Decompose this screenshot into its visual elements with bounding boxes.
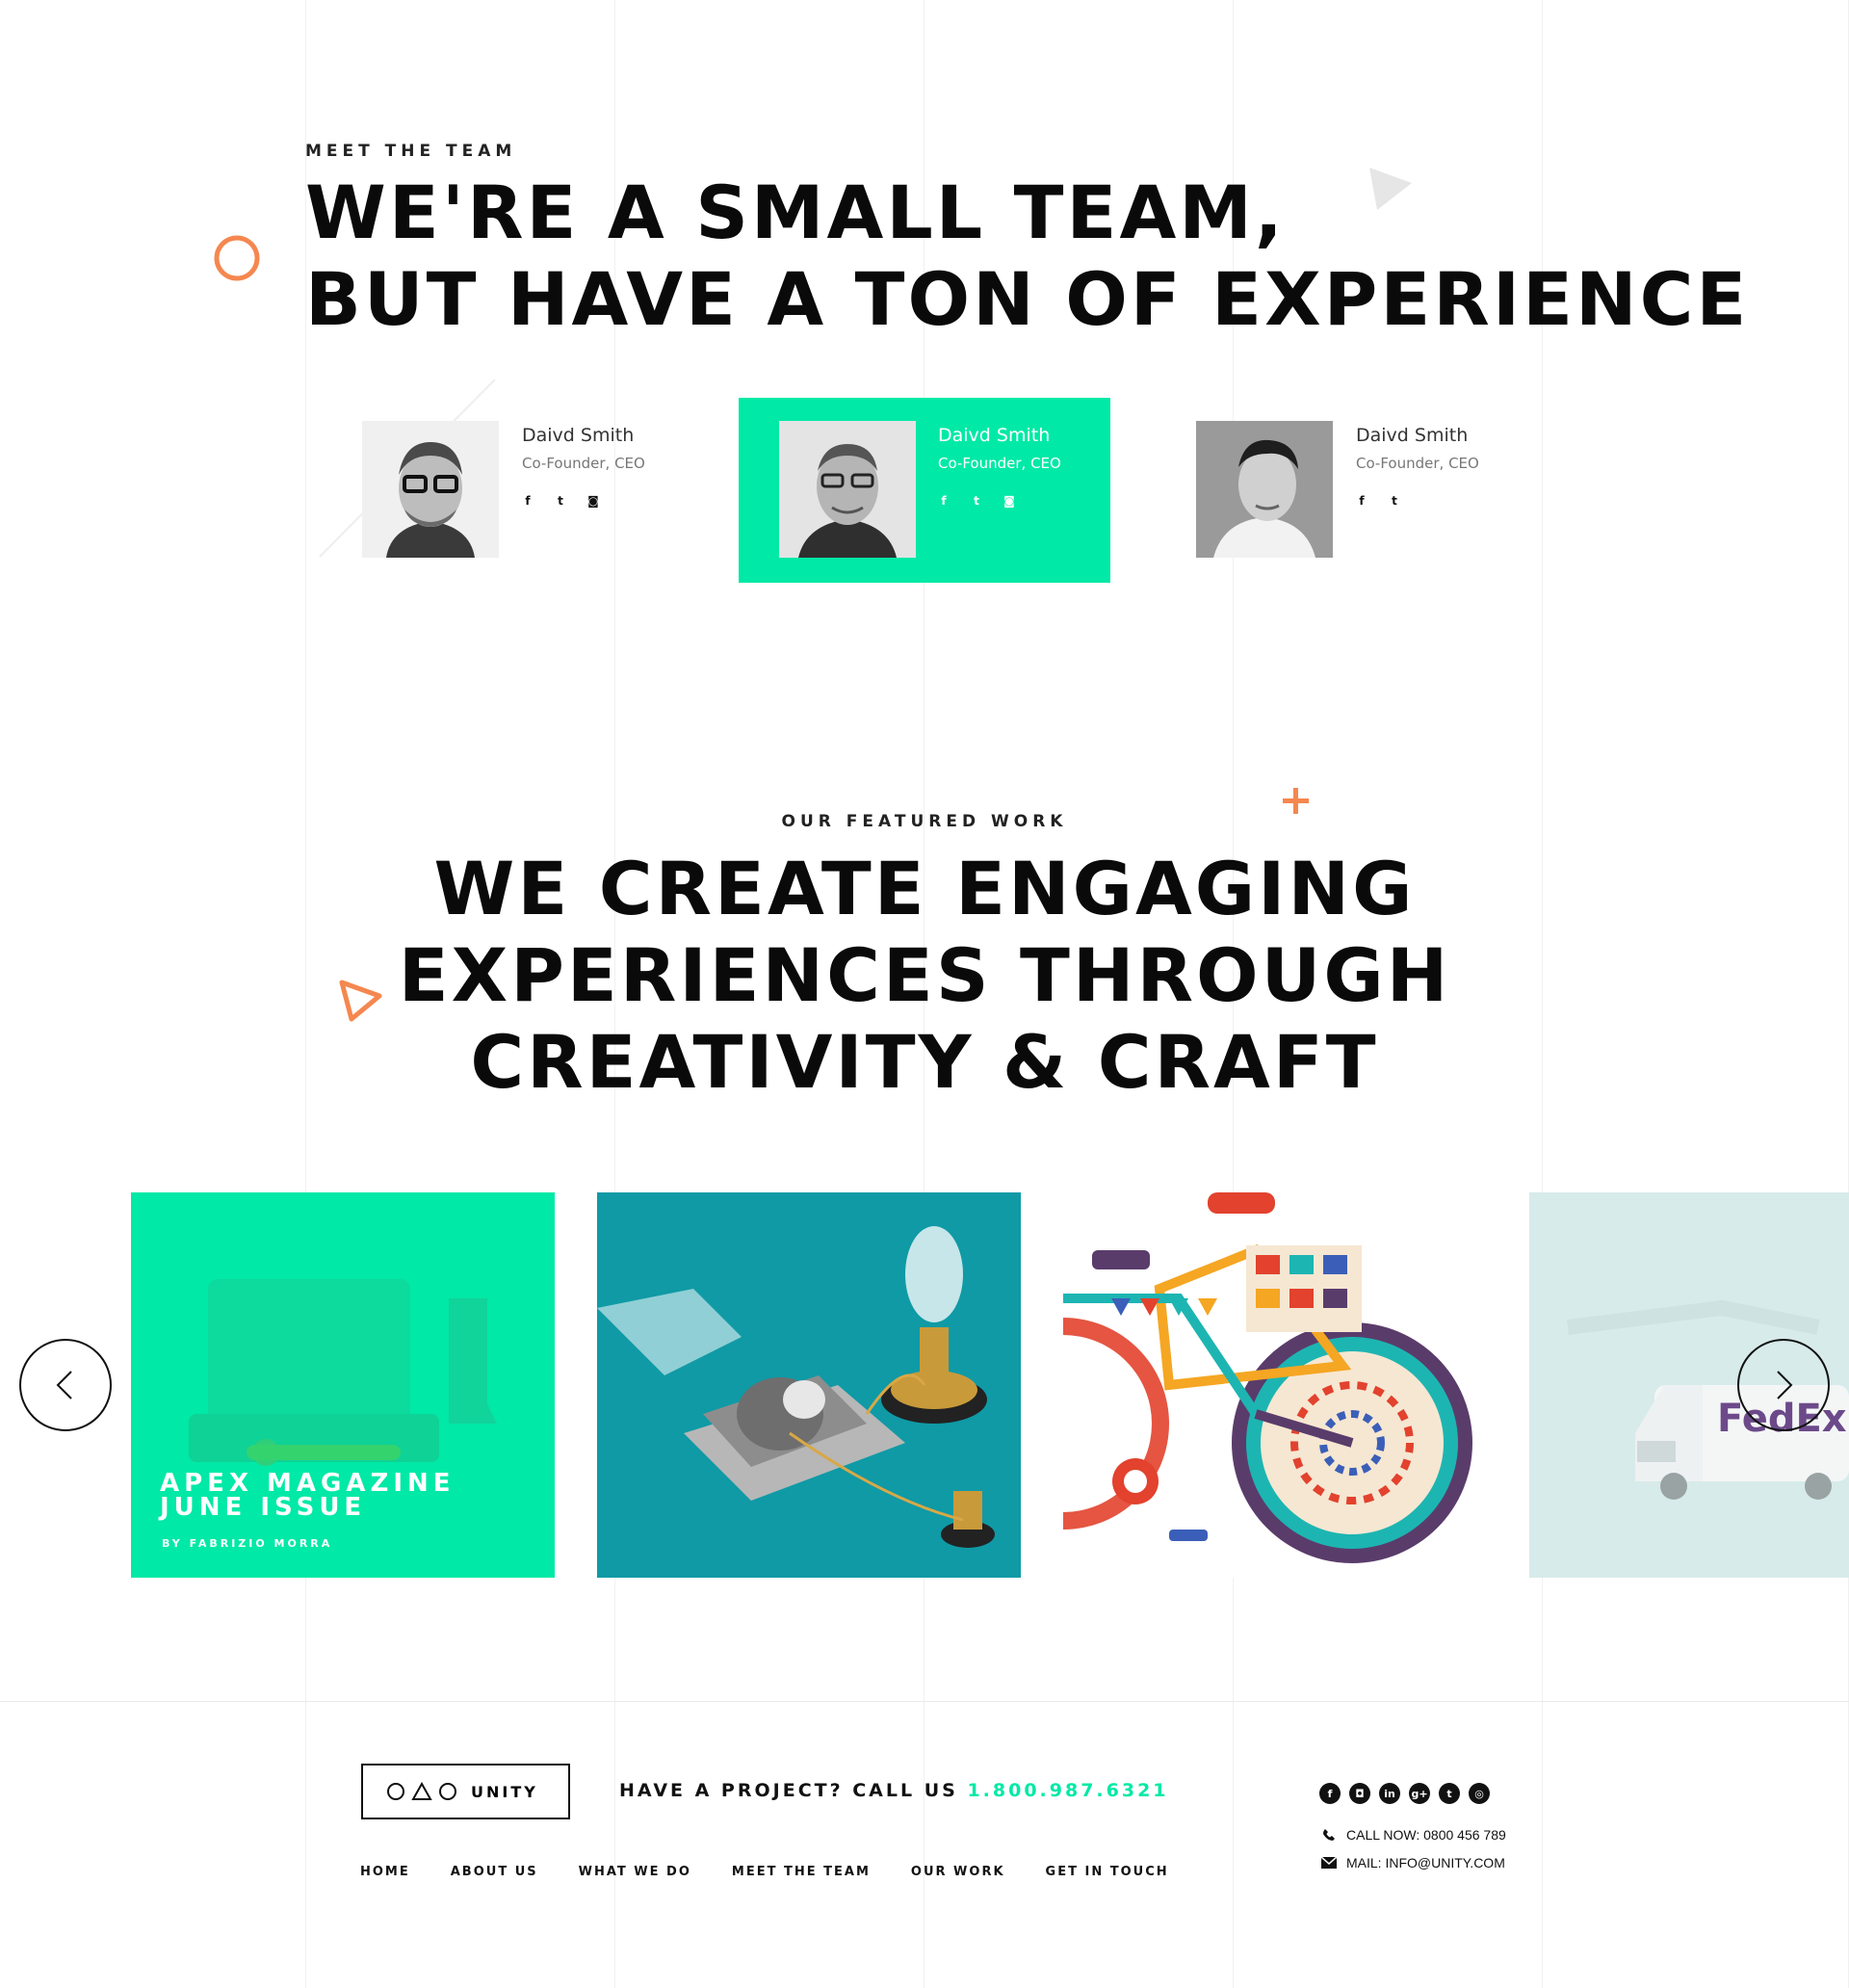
- facebook-icon[interactable]: f: [1319, 1783, 1341, 1804]
- footer-nav-get-in-touch[interactable]: GET IN TOUCH: [1046, 1865, 1169, 1879]
- twitter-icon[interactable]: t: [1439, 1783, 1460, 1804]
- portfolio-tile-bicycle[interactable]: [1063, 1192, 1487, 1578]
- member-socials: f t: [1356, 494, 1400, 508]
- tile-byline: BY FABRIZIO MORRA: [162, 1537, 333, 1550]
- portfolio-tile-apex-magazine[interactable]: APEX MAGAZINE JUNE ISSUE BY FABRIZIO MOR…: [131, 1192, 555, 1578]
- footer-nav-what-we-do[interactable]: WHAT WE DO: [579, 1865, 691, 1879]
- member-role: Co-Founder, CEO: [522, 455, 645, 472]
- facebook-icon[interactable]: f: [522, 494, 534, 508]
- linkedin-icon[interactable]: in: [1379, 1783, 1400, 1804]
- member-socials: f t ◙: [938, 494, 1015, 508]
- footer-nav-meet-the-team[interactable]: MEET THE TEAM: [732, 1865, 871, 1879]
- member-photo: [362, 421, 499, 558]
- facebook-icon[interactable]: f: [1356, 494, 1367, 508]
- member-name: Daivd Smith: [938, 425, 1051, 446]
- tile-title-line2: JUNE ISSUE: [160, 1493, 367, 1522]
- dribbble-icon[interactable]: ◎: [1469, 1783, 1490, 1804]
- carousel-next-button[interactable]: [1737, 1339, 1830, 1431]
- cta-text: HAVE A PROJECT? CALL US: [619, 1780, 968, 1801]
- gray-triangle-decoration: [1369, 168, 1412, 210]
- mail-icon: [1321, 1856, 1337, 1870]
- footer-nav-home[interactable]: HOME: [360, 1865, 410, 1879]
- footer-mail: MAIL: INFO@UNITY.COM: [1321, 1855, 1505, 1870]
- instagram-icon[interactable]: ◘: [1349, 1783, 1370, 1804]
- footer-nav-our-work[interactable]: OUR WORK: [911, 1865, 1005, 1879]
- twitter-icon[interactable]: t: [971, 494, 982, 508]
- orange-circle-decoration: [214, 235, 260, 281]
- work-eyebrow: OUR FEATURED WORK: [781, 812, 1068, 831]
- instagram-icon[interactable]: ◙: [1003, 494, 1015, 508]
- portfolio-tile-machine[interactable]: [597, 1192, 1021, 1578]
- footer-social-icons: f ◘ in g+ t ◎: [1319, 1783, 1490, 1804]
- logo-triangle-icon: [411, 1782, 432, 1800]
- chevron-left-icon: [56, 1371, 72, 1399]
- work-headline: WE CREATE ENGAGING EXPERIENCES THROUGH C…: [0, 846, 1849, 1106]
- logo-text: UNITY: [471, 1782, 538, 1801]
- logo-circle-icon: [439, 1783, 456, 1800]
- work-headline-line3: CREATIVITY & CRAFT: [470, 1019, 1379, 1105]
- cta-phone[interactable]: 1.800.987.6321: [967, 1780, 1168, 1801]
- footer-divider: [0, 1701, 1849, 1702]
- member-name: Daivd Smith: [522, 425, 635, 446]
- orange-triangle-decoration: [339, 980, 382, 1022]
- footer-call: CALL NOW: 0800 456 789: [1321, 1827, 1506, 1843]
- footer-cta: HAVE A PROJECT? CALL US 1.800.987.6321: [619, 1780, 1169, 1801]
- footer-nav-about-us[interactable]: ABOUT US: [451, 1865, 538, 1879]
- member-photo: [779, 421, 916, 558]
- member-role: Co-Founder, CEO: [1356, 455, 1479, 472]
- phone-icon: [1321, 1828, 1337, 1842]
- twitter-icon[interactable]: t: [555, 494, 566, 508]
- team-headline-line2: BUT HAVE A TON OF EXPERIENCE: [305, 256, 1750, 342]
- call-text[interactable]: CALL NOW: 0800 456 789: [1346, 1827, 1506, 1843]
- tile-title: APEX MAGAZINE JUNE ISSUE: [160, 1471, 456, 1522]
- member-name: Daivd Smith: [1356, 425, 1469, 446]
- orange-plus-decoration: [1283, 788, 1309, 814]
- member-photo: [1196, 421, 1333, 558]
- team-member-card[interactable]: Daivd Smith Co-Founder, CEO f t: [1167, 398, 1539, 583]
- instagram-icon[interactable]: ◙: [587, 494, 599, 508]
- logo-circle-icon: [387, 1783, 404, 1800]
- footer-logo[interactable]: UNITY: [361, 1764, 570, 1819]
- mail-text[interactable]: MAIL: INFO@UNITY.COM: [1346, 1855, 1505, 1870]
- chevron-right-icon: [1777, 1371, 1793, 1399]
- google-plus-icon[interactable]: g+: [1409, 1783, 1430, 1804]
- facebook-icon[interactable]: f: [938, 494, 950, 508]
- team-headline-line1: WE'RE A SMALL TEAM,: [305, 170, 1286, 255]
- team-eyebrow: MEET THE TEAM: [305, 142, 517, 161]
- member-socials: f t ◙: [522, 494, 599, 508]
- team-headline: WE'RE A SMALL TEAM, BUT HAVE A TON OF EX…: [305, 170, 1749, 343]
- work-headline-line1: WE CREATE ENGAGING: [433, 846, 1416, 931]
- member-role: Co-Founder, CEO: [938, 455, 1061, 472]
- work-headline-line2: EXPERIENCES THROUGH: [398, 932, 1451, 1018]
- twitter-icon[interactable]: t: [1389, 494, 1400, 508]
- carousel-prev-button[interactable]: [19, 1339, 112, 1431]
- footer-nav: HOME ABOUT US WHAT WE DO MEET THE TEAM O…: [360, 1865, 1210, 1879]
- team-member-card-highlighted[interactable]: Daivd Smith Co-Founder, CEO f t ◙: [739, 398, 1110, 583]
- team-member-card[interactable]: Daivd Smith Co-Founder, CEO f t ◙: [333, 398, 705, 583]
